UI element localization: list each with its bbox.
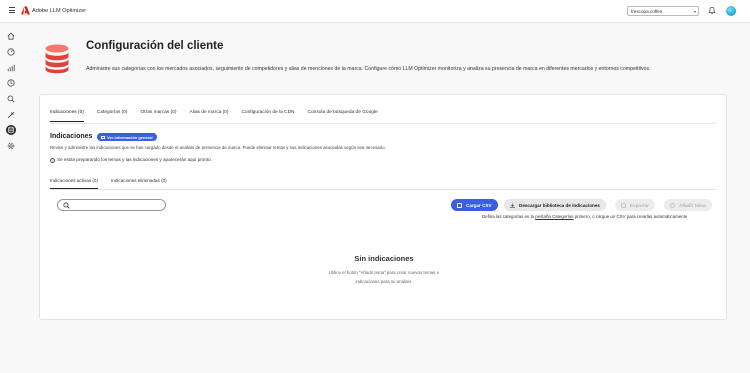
categories-tab-link[interactable]: pestaña Categorías — [535, 214, 573, 219]
info-message-text: Se están preparando los temas y las indi… — [57, 157, 213, 162]
tab-categorias[interactable]: Categorías (0) — [97, 110, 128, 122]
tabs-divider — [50, 123, 716, 124]
organization-select[interactable]: frescopa.coffee ▾ — [627, 6, 699, 16]
empty-state-line-1: Utilice el botón “Añadir tema” para crea… — [328, 270, 440, 275]
section-title: Indicaciones — [50, 133, 93, 140]
side-rail — [0, 23, 22, 373]
bell-icon[interactable] — [708, 6, 716, 15]
search-icon — [63, 202, 70, 209]
settings-icon[interactable] — [6, 141, 16, 151]
tools-icon[interactable] — [6, 110, 16, 120]
subtabs-divider — [50, 189, 716, 190]
prompt-subtabs: Indicaciones activas (0) Indicaciones el… — [50, 178, 180, 189]
tab-configuracion-cdn[interactable]: Configuración de la CDN — [241, 110, 294, 122]
upload-csv-label: Cargar CSV — [466, 202, 492, 208]
adobe-logo-icon — [21, 6, 30, 15]
upload-csv-button[interactable]: Cargar CSV — [451, 199, 498, 211]
upload-icon — [457, 202, 462, 208]
add-topic-button[interactable]: Añadir tema — [664, 199, 712, 211]
download-library-button[interactable]: Descargar biblioteca de indicaciones — [504, 199, 606, 211]
add-topic-label: Añadir tema — [679, 202, 706, 208]
home-icon[interactable] — [6, 31, 16, 41]
hint-text-after: primero, o cargue un CSV para crearlas a… — [573, 214, 688, 219]
overview-button-label: Ver información general — [107, 134, 153, 140]
database-icon — [45, 44, 69, 74]
dashboard-icon[interactable] — [6, 47, 16, 57]
categories-hint: Defina las categorías en la pestaña Cate… — [482, 214, 687, 219]
page-title: Configuración del cliente — [86, 40, 224, 52]
history-icon[interactable] — [6, 78, 16, 88]
config-tabs: Indicaciones (0) Categorías (0) Otras ma… — [50, 110, 391, 122]
empty-state-line-2: indicaciones para su análisis. — [355, 279, 413, 284]
page-description: Administre sus categorías con los mercad… — [86, 66, 651, 72]
organization-select-value: frescopa.coffee — [631, 9, 663, 14]
tab-google-search-console[interactable]: Consola de búsqueda de Google — [308, 110, 378, 122]
database-icon[interactable] — [6, 125, 16, 135]
export-button[interactable]: Exportar — [615, 199, 655, 211]
subtab-active-prompts[interactable]: Indicaciones activas (0) — [50, 178, 99, 189]
prompts-card: Indicaciones (0) Categorías (0) Otras ma… — [39, 94, 727, 320]
search-input[interactable] — [57, 199, 166, 211]
overview-icon — [101, 135, 105, 139]
chart-icon[interactable] — [6, 63, 16, 73]
export-icon — [621, 202, 626, 208]
subtab-deleted-prompts[interactable]: Indicaciones eliminadas (0) — [111, 178, 167, 189]
tab-otras-marcas[interactable]: Otras marcas (0) — [141, 110, 177, 122]
empty-state-description: Utilice el botón “Añadir tema” para crea… — [40, 268, 728, 286]
add-icon — [670, 202, 675, 208]
export-label: Exportar — [630, 202, 649, 208]
top-bar: Adobe LLM Optimizer frescopa.coffee ▾ — [0, 0, 750, 23]
menu-icon[interactable] — [9, 7, 15, 13]
tab-alias-de-marca[interactable]: Alias de marca (0) — [190, 110, 229, 122]
section-description: Revise y administre las indicaciones que… — [50, 145, 386, 150]
avatar[interactable] — [726, 6, 736, 16]
tab-indicaciones[interactable]: Indicaciones (0) — [50, 110, 84, 122]
download-icon — [510, 203, 515, 208]
app-title: Adobe LLM Optimizer — [32, 8, 87, 14]
search-icon[interactable] — [6, 94, 16, 104]
chevron-down-icon: ▾ — [693, 9, 696, 14]
info-icon: i — [50, 158, 55, 163]
overview-button[interactable]: Ver información general — [97, 133, 157, 141]
info-message: i Se están preparando los temas y las ind… — [50, 157, 212, 163]
empty-state-title: Sin indicaciones — [354, 254, 414, 263]
hint-text-before: Defina las categorías en la — [482, 214, 536, 219]
download-library-label: Descargar biblioteca de indicaciones — [519, 202, 600, 208]
